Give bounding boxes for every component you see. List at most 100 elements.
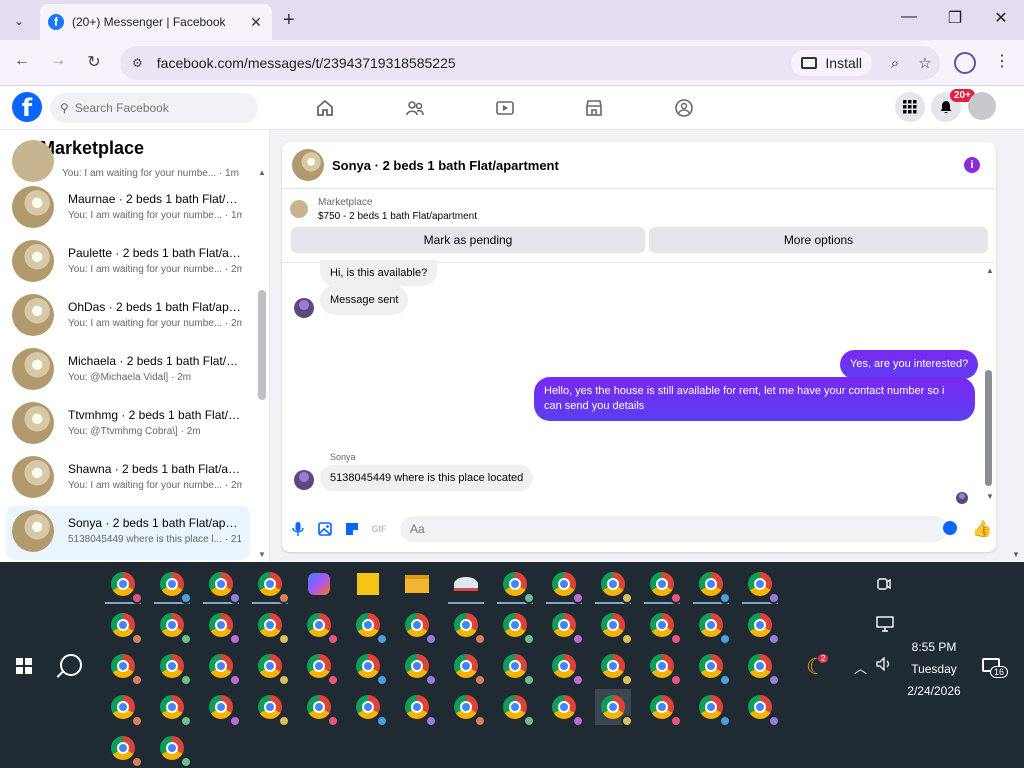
list-item[interactable]: Ttvmhmg · 2 beds 1 bath Flat/a... You: @… [6, 398, 250, 452]
browser-menu-icon[interactable]: ⋮ [994, 51, 1010, 71]
chrome-profile-icon[interactable] [644, 566, 682, 604]
account-avatar[interactable] [968, 92, 996, 120]
chat-scroll-up-icon[interactable]: ▲ [986, 266, 994, 275]
chrome-profile-icon[interactable] [546, 689, 584, 727]
list-item[interactable]: Michaela · 2 beds 1 bath Flat/ap... You:… [6, 344, 250, 398]
chrome-profile-icon[interactable] [644, 607, 682, 645]
sticker-icon[interactable] [344, 521, 360, 537]
browser-tab-messenger[interactable]: f (20+) Messenger | Facebook ✕ [40, 4, 272, 40]
chrome-profile-icon[interactable] [546, 607, 584, 645]
chrome-profile-icon[interactable] [105, 607, 143, 645]
chrome-profile-icon[interactable] [644, 648, 682, 686]
chrome-profile-icon[interactable] [399, 607, 437, 645]
chrome-profile-icon[interactable] [252, 566, 290, 604]
marketplace-icon[interactable] [582, 96, 606, 120]
chrome-profile-icon[interactable] [105, 648, 143, 686]
chrome-profile-icon[interactable] [497, 566, 535, 604]
chrome-profile-icon[interactable] [497, 689, 535, 727]
chrome-profile-icon[interactable] [595, 648, 633, 686]
facebook-search[interactable]: ⚲ [50, 93, 258, 123]
install-app-button[interactable]: Install [791, 50, 872, 76]
chrome-profile-icon[interactable] [203, 648, 241, 686]
chrome-profile-icon[interactable] [693, 607, 731, 645]
sticky-notes-icon[interactable] [350, 566, 386, 602]
scroll-up-icon[interactable]: ▲ [258, 168, 266, 177]
chrome-profile-icon[interactable] [595, 566, 633, 604]
menu-grid-icon[interactable] [895, 92, 925, 122]
list-item[interactable]: Maurnae · 2 beds 1 bath Flat/ap... You: … [6, 182, 250, 236]
watch-icon[interactable] [493, 96, 517, 120]
sidebar-scrollbar[interactable] [258, 290, 266, 400]
chat-scroll-down-icon[interactable]: ▼ [986, 492, 994, 501]
microphone-icon[interactable] [290, 521, 306, 537]
chrome-profile-icon[interactable] [742, 689, 780, 727]
clock[interactable]: 8:55 PM Tuesday 2/24/2026 [894, 636, 974, 702]
list-item[interactable]: Paulette · 2 beds 1 bath Flat/ap... You:… [6, 236, 250, 290]
reload-icon[interactable]: ↻ [82, 52, 106, 72]
chrome-profile-icon[interactable] [350, 648, 388, 686]
url-text[interactable]: facebook.com/messages/t/2394371931858522… [157, 55, 792, 71]
chrome-profile-icon[interactable] [546, 566, 584, 604]
chrome-profile-icon[interactable] [595, 689, 633, 727]
chrome-profile-icon[interactable] [497, 648, 535, 686]
network-icon[interactable] [876, 616, 894, 635]
facebook-logo-icon[interactable]: f [12, 92, 42, 122]
chrome-profile-icon[interactable] [742, 648, 780, 686]
chrome-profile-icon[interactable] [448, 689, 486, 727]
volume-icon[interactable] [876, 656, 892, 674]
chrome-profile-icon[interactable] [252, 607, 290, 645]
tab-search-icon[interactable]: ⌄ [8, 10, 30, 32]
windows-start-icon[interactable] [16, 658, 32, 674]
chrome-profile-icon[interactable] [301, 689, 339, 727]
chrome-profile-icon[interactable] [399, 648, 437, 686]
chat-title[interactable]: Sonya · 2 beds 1 bath Flat/apartment [332, 158, 559, 173]
info-icon[interactable]: i [964, 157, 980, 173]
chrome-profile-icon[interactable] [595, 607, 633, 645]
chrome-profile-icon[interactable] [252, 648, 290, 686]
chrome-profile-icon[interactable] [105, 566, 143, 604]
scroll-down-icon[interactable]: ▼ [258, 550, 266, 559]
thumbs-up-icon[interactable]: 👍 [972, 519, 992, 539]
chrome-profile-icon[interactable] [644, 689, 682, 727]
zoom-icon[interactable]: ⌕ [880, 55, 910, 72]
mark-as-pending-button[interactable]: Mark as pending [291, 227, 645, 253]
window-close-icon[interactable]: ✕ [978, 8, 1024, 28]
list-item-active[interactable]: Sonya · 2 beds 1 bath Flat/apart... 5138… [6, 506, 250, 560]
address-bar[interactable]: ⚙ facebook.com/messages/t/23943719318585… [120, 46, 940, 80]
tab-close-icon[interactable]: ✕ [248, 14, 264, 31]
friends-icon[interactable] [403, 96, 427, 120]
chrome-profile-icon[interactable] [105, 689, 143, 727]
chrome-profile-icon[interactable] [203, 566, 241, 604]
browser-profile-icon[interactable] [954, 52, 976, 74]
photo-icon[interactable] [317, 521, 333, 537]
snipping-tool-icon[interactable] [448, 566, 484, 604]
chrome-profile-icon[interactable] [301, 648, 339, 686]
taskbar-search-icon[interactable] [60, 654, 82, 676]
chrome-profile-icon[interactable] [350, 607, 388, 645]
home-icon[interactable] [313, 96, 337, 120]
chrome-profile-icon[interactable] [497, 607, 535, 645]
chrome-profile-icon[interactable] [154, 648, 192, 686]
chrome-profile-icon[interactable] [742, 607, 780, 645]
chrome-profile-icon[interactable] [546, 648, 584, 686]
back-icon[interactable]: ← [10, 52, 34, 70]
copilot-icon[interactable] [301, 566, 337, 602]
chrome-profile-icon[interactable] [399, 689, 437, 727]
chrome-profile-icon[interactable] [154, 566, 192, 604]
site-info-icon[interactable]: ⚙ [132, 56, 143, 70]
chrome-profile-icon[interactable] [154, 730, 192, 768]
listing-title[interactable]: $750 - 2 beds 1 bath Flat/apartment [318, 211, 477, 222]
forward-icon[interactable]: → [46, 52, 70, 70]
facebook-search-input[interactable] [74, 101, 245, 115]
chrome-profile-icon[interactable] [301, 607, 339, 645]
camera-icon[interactable] [876, 576, 892, 595]
chrome-profile-icon[interactable] [693, 566, 731, 604]
chrome-profile-icon[interactable] [350, 689, 388, 727]
groups-icon[interactable] [672, 96, 696, 120]
list-item[interactable]: Shawna · 2 beds 1 bath Flat/apa... You: … [6, 452, 250, 506]
chrome-profile-icon[interactable] [448, 648, 486, 686]
chrome-profile-icon[interactable] [203, 689, 241, 727]
chrome-profile-icon[interactable] [693, 689, 731, 727]
chat-scrollbar[interactable] [985, 370, 992, 486]
gif-icon[interactable]: GIF [371, 521, 387, 537]
